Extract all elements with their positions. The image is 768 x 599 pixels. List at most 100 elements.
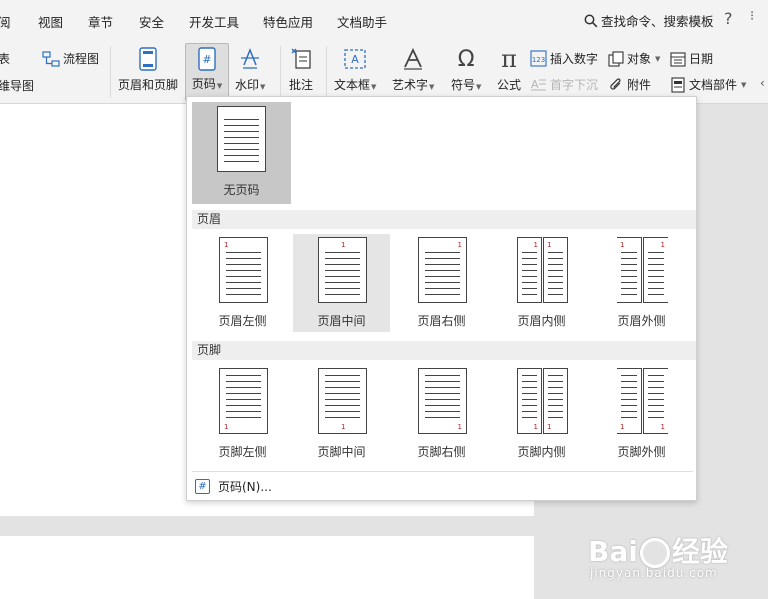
header-outside-option[interactable]: 1 1 页眉外侧 xyxy=(593,234,690,332)
search-icon xyxy=(584,14,598,27)
menu-developer-tools[interactable]: 开发工具 xyxy=(189,12,239,31)
page-spread-icon: 1 xyxy=(643,237,668,303)
ribbon-divider xyxy=(280,46,281,98)
footer-inside-option[interactable]: 1 1 页脚内侧 xyxy=(493,365,590,463)
no-page-number-option[interactable]: 无页码 xyxy=(192,102,291,204)
more-options-icon[interactable]: ⁝ xyxy=(750,9,754,24)
comment-icon xyxy=(291,48,311,69)
page-number-button[interactable]: # 页码▼ xyxy=(185,43,229,101)
svg-text:#: # xyxy=(202,53,211,66)
page-spread-icon: 1 xyxy=(517,368,542,434)
table-button[interactable]: 表 xyxy=(0,50,10,67)
footer-right-option[interactable]: 1 页脚右侧 xyxy=(393,365,490,463)
ribbon-scroll-button[interactable]: ‹ xyxy=(760,76,765,90)
header-option-label: 页眉内侧 xyxy=(517,314,566,328)
symbol-button[interactable]: Ω 符号▼ xyxy=(451,46,481,93)
page-number-glyph: 1 xyxy=(620,241,625,249)
symbol-label: 符号 xyxy=(451,78,476,92)
textbox-label: 文本框 xyxy=(334,78,371,92)
menu-special-apps[interactable]: 特色应用 xyxy=(263,12,313,31)
page-spread-icon: 1 xyxy=(617,237,642,303)
baidu-logo: Bai 经验 xyxy=(588,530,728,570)
footer-left-option[interactable]: 1 页脚左侧 xyxy=(194,365,291,463)
flowchart-label: 流程图 xyxy=(63,52,100,66)
header-center-option[interactable]: 1 页眉中间 xyxy=(293,234,390,332)
page-spread-icon: 1 xyxy=(543,368,568,434)
symbol-label-wrap: 符号▼ xyxy=(451,76,481,93)
dropdown-caret-icon: ▼ xyxy=(260,83,266,91)
dropdown-caret-icon: ▼ xyxy=(429,83,435,91)
insert-number-label: 插入数字 xyxy=(550,52,599,66)
insert-number-icon: 123 xyxy=(530,50,547,67)
footer-option-label: 页脚外侧 xyxy=(617,445,666,459)
watermark-url: jingyan.baidu.com xyxy=(590,566,718,580)
menu-section[interactable]: 章节 xyxy=(88,12,113,31)
header-right-option[interactable]: 1 页眉右侧 xyxy=(393,234,490,332)
doc-parts-button[interactable]: 文档部件 ▼ xyxy=(670,76,746,93)
footer-center-option[interactable]: 1 页脚中间 xyxy=(293,365,390,463)
footer-option-label: 页脚中间 xyxy=(317,445,366,459)
wordart-icon xyxy=(404,47,423,70)
page-number-glyph: 1 xyxy=(341,423,346,431)
page-number-glyph: 1 xyxy=(457,241,462,249)
watermark-button[interactable]: 水印▼ xyxy=(235,46,265,93)
menu-view[interactable]: 视图 xyxy=(38,12,63,31)
wordart-button[interactable]: 艺术字▼ xyxy=(392,46,434,93)
footer-option-label: 页脚内侧 xyxy=(517,445,566,459)
paw-icon xyxy=(639,538,670,568)
no-page-number-label: 无页码 xyxy=(223,183,260,197)
help-button[interactable]: ? xyxy=(724,9,733,28)
mindmap-button[interactable]: 维导图 xyxy=(0,77,34,94)
pi-icon: π xyxy=(501,45,517,73)
page-spread-icon: 1 xyxy=(643,368,668,434)
blank-page-icon xyxy=(217,106,266,172)
header-footer-icon xyxy=(139,47,157,71)
svg-text:123: 123 xyxy=(532,56,545,64)
page-spread-icon: 1 xyxy=(617,368,642,434)
dropdown-caret-icon: ▼ xyxy=(371,83,377,91)
table-label: 表 xyxy=(0,52,11,66)
paperclip-icon xyxy=(610,77,621,90)
menu-review[interactable]: 阅 xyxy=(0,12,11,31)
page-spread-icon: 1 xyxy=(517,237,542,303)
page-gap xyxy=(0,516,534,536)
page-number-dropdown: 无页码 页眉 1 页眉左侧 1 页眉中间 1 页眉右侧 1 1 页眉内侧 1 1 页眉外侧 页脚 1 页… xyxy=(186,96,697,501)
page-number-glyph: 1 xyxy=(660,423,665,431)
header-footer-button[interactable]: 页眉和页脚 xyxy=(118,46,178,93)
page-preview-icon: 1 xyxy=(219,368,268,434)
object-button[interactable]: 对象 ▼ xyxy=(608,50,660,67)
date-button[interactable]: 日期 xyxy=(670,50,713,67)
menu-security[interactable]: 安全 xyxy=(139,12,164,31)
flowchart-icon xyxy=(42,50,60,67)
drop-cap-label: 首字下沉 xyxy=(550,78,599,92)
dropdown-caret-icon: ▼ xyxy=(741,80,747,89)
comment-button[interactable]: 批注 xyxy=(289,46,313,93)
header-inside-option[interactable]: 1 1 页眉内侧 xyxy=(493,234,590,332)
attachment-button[interactable]: 附件 xyxy=(608,76,651,93)
formula-label: 公式 xyxy=(497,78,522,92)
hash-icon: # xyxy=(195,479,210,494)
mindmap-label: 维导图 xyxy=(0,79,35,93)
page-number-glyph: 1 xyxy=(547,423,552,431)
document-page-next[interactable] xyxy=(0,536,534,599)
menu-doc-assistant[interactable]: 文档助手 xyxy=(337,12,387,31)
textbox-button[interactable]: A 文本框▼ xyxy=(334,46,376,93)
flowchart-button[interactable]: 流程图 xyxy=(42,50,99,67)
footer-outside-option[interactable]: 1 1 页脚外侧 xyxy=(593,365,690,463)
page-number-icon: # xyxy=(198,47,216,71)
wordart-label: 艺术字 xyxy=(392,78,429,92)
footer-option-label: 页脚左侧 xyxy=(218,445,267,459)
header-left-option[interactable]: 1 页眉左侧 xyxy=(194,234,291,332)
formula-button[interactable]: π 公式 xyxy=(497,45,522,93)
insert-number-button[interactable]: 123 插入数字 xyxy=(530,50,598,67)
attachment-label: 附件 xyxy=(627,78,652,92)
page-number-settings-item[interactable]: # 页码(N)... xyxy=(195,478,272,495)
footer-option-label: 页脚右侧 xyxy=(417,445,466,459)
page-preview-icon: 1 xyxy=(318,368,367,434)
watermark-icon xyxy=(241,47,260,69)
page-spread-icon: 1 xyxy=(543,237,568,303)
search-commands[interactable]: 查找命令、搜索模板 xyxy=(584,11,714,30)
insert-ribbon: 表 维导图 流程图 页眉和页脚 # 页码▼ 水印▼ 批注 A 文本框▼ 艺术字▼… xyxy=(0,40,768,104)
page-number-label: 页码 xyxy=(191,77,216,91)
page-preview-icon: 1 xyxy=(418,368,467,434)
